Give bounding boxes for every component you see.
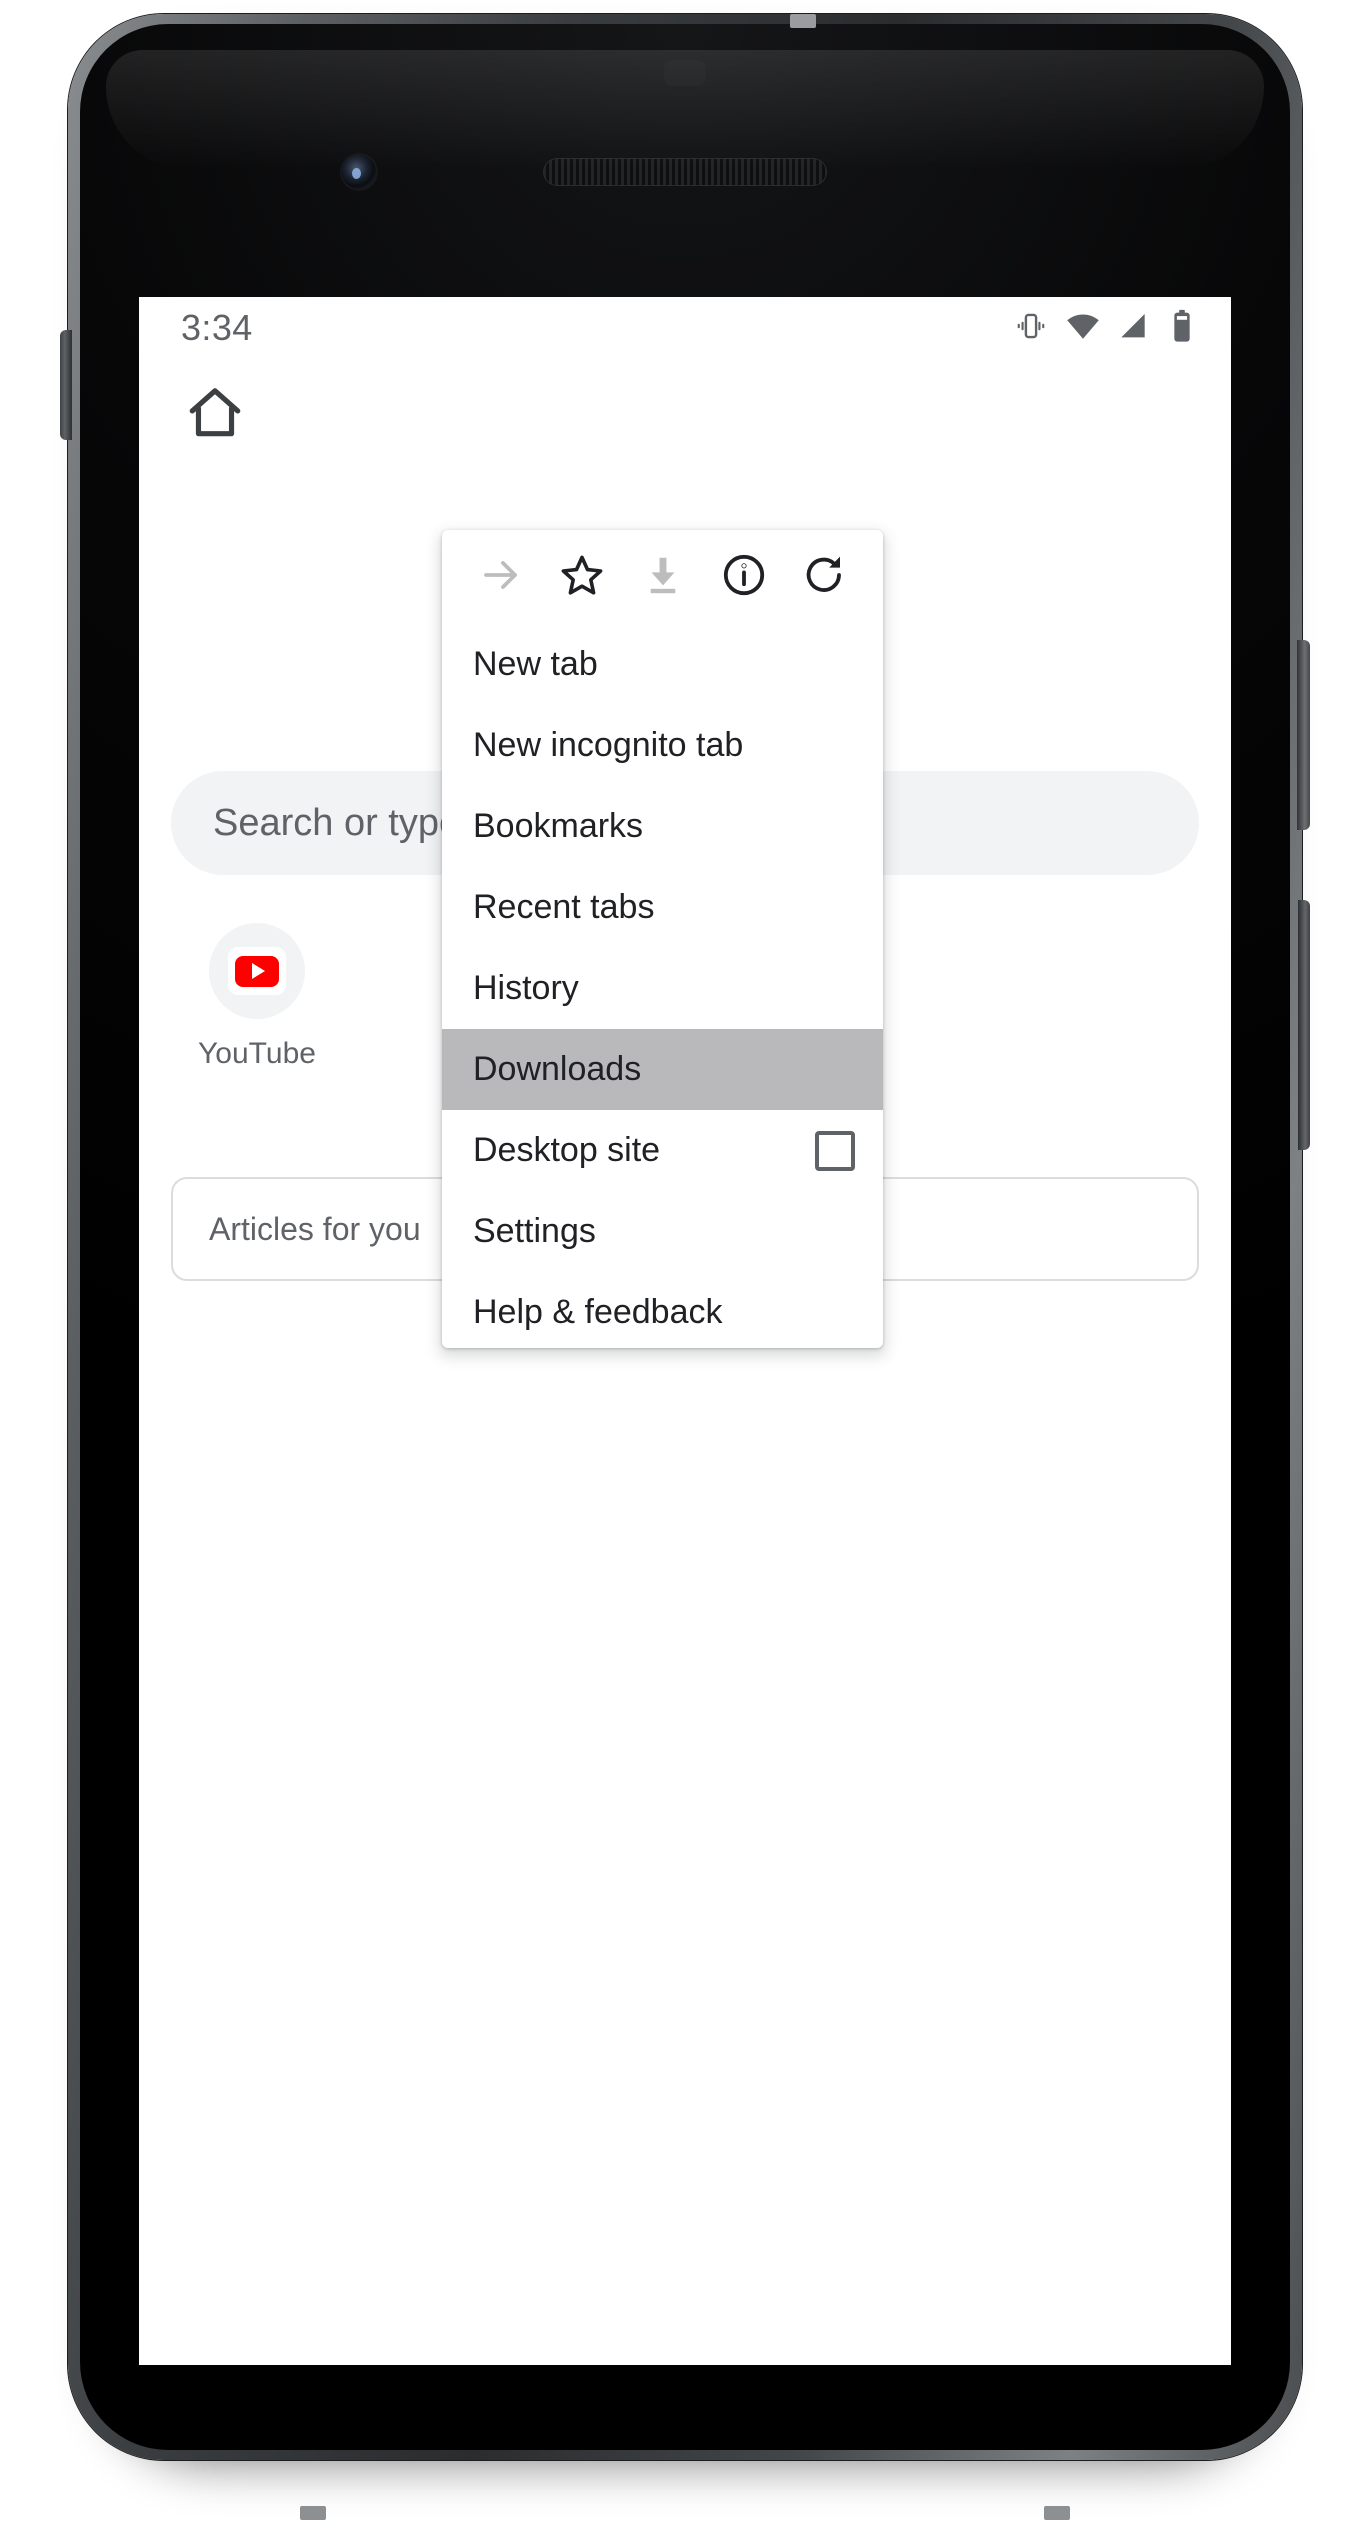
status-clock: 3:34 — [181, 307, 253, 348]
menu-item-new-tab[interactable]: New tab — [442, 624, 883, 705]
volume-button[interactable] — [1298, 900, 1310, 1150]
status-bar: 3:34 — [139, 297, 1231, 359]
articles-for-you-label: Articles for you — [209, 1210, 421, 1247]
power-button[interactable] — [1297, 640, 1310, 830]
bookmark-button[interactable] — [541, 530, 622, 624]
menu-item-label: Downloads — [473, 1050, 642, 1088]
tile-icon-circle — [209, 923, 305, 1019]
forward-button[interactable] — [460, 530, 541, 624]
menu-item-label: Settings — [473, 1212, 596, 1250]
reload-icon — [801, 551, 849, 604]
sensor-notch — [664, 60, 706, 86]
home-button[interactable] — [181, 381, 249, 449]
menu-item-downloads[interactable]: Downloads — [442, 1029, 883, 1110]
status-icon-group — [1014, 308, 1197, 349]
menu-item-label: History — [473, 969, 579, 1007]
browser-toolbar — [139, 359, 1231, 471]
download-page-button[interactable] — [622, 530, 703, 624]
tile-youtube[interactable]: YouTube — [171, 923, 343, 1071]
menu-item-label: Recent tabs — [473, 888, 655, 926]
antenna-band-top — [790, 14, 816, 28]
antenna-band-bottom-right — [1044, 2506, 1070, 2520]
earpiece-speaker — [543, 158, 827, 186]
youtube-icon — [228, 947, 286, 995]
menu-item-label: New tab — [473, 645, 598, 683]
app-menu-icon-row — [442, 530, 883, 624]
reload-button[interactable] — [784, 530, 865, 624]
menu-item-label: Help & feedback — [473, 1293, 723, 1331]
wifi-icon — [1065, 308, 1101, 349]
menu-item-settings[interactable]: Settings — [442, 1191, 883, 1272]
download-icon — [640, 552, 686, 603]
menu-item-help-feedback[interactable]: Help & feedback — [442, 1272, 883, 1348]
battery-icon — [1167, 309, 1197, 348]
cell-signal-icon — [1118, 310, 1150, 347]
star-icon — [558, 551, 606, 604]
front-camera-icon — [342, 155, 376, 189]
info-icon — [720, 551, 768, 604]
antenna-band-bottom-left — [300, 2506, 326, 2520]
desktop-site-checkbox[interactable] — [815, 1130, 855, 1171]
menu-item-history[interactable]: History — [442, 948, 883, 1029]
menu-item-label: Bookmarks — [473, 807, 644, 845]
menu-item-new-incognito-tab[interactable]: New incognito tab — [442, 705, 883, 786]
vibrate-icon — [1014, 309, 1048, 348]
page-info-button[interactable] — [703, 530, 784, 624]
tile-label: YouTube — [198, 1037, 316, 1070]
app-menu-item-list: New tab New incognito tab Bookmarks Recent … — [442, 624, 883, 1348]
home-icon — [184, 382, 246, 449]
menu-item-recent-tabs[interactable]: Recent tabs — [442, 867, 883, 948]
menu-item-label: New incognito tab — [473, 726, 744, 764]
forward-arrow-icon — [477, 551, 525, 604]
phone-screen: 3:34 Search or type YouTube Articles for… — [139, 297, 1231, 2365]
menu-item-bookmarks[interactable]: Bookmarks — [442, 786, 883, 867]
app-menu-popup: New tab New incognito tab Bookmarks Recent … — [442, 530, 883, 1348]
left-side-button[interactable] — [60, 330, 72, 440]
menu-item-label: Desktop site — [473, 1131, 661, 1169]
menu-item-desktop-site[interactable]: Desktop site — [442, 1110, 883, 1191]
phone-device-mockup: 3:34 Search or type YouTube Articles for… — [0, 0, 1370, 2534]
